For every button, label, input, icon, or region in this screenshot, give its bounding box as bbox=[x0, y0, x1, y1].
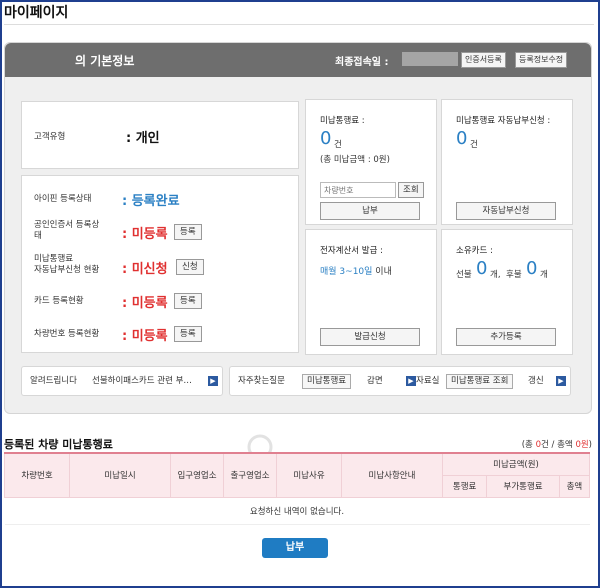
library-label: 자료실 bbox=[416, 376, 440, 386]
notice-strip: 알려드립니다 선불하이패스카드 관련 부… ▶ bbox=[21, 366, 223, 396]
einvoice-date-suffix: 이내 bbox=[372, 267, 392, 277]
auto-pay-count: 0 bbox=[456, 128, 468, 149]
library-tag-unpaid-search[interactable]: 미납통행료 조회 bbox=[446, 374, 514, 389]
basic-info-panel: 의 기본정보 최종접속일 : 인증서등록 등록정보수정 고객유형 : 개인 아이… bbox=[4, 42, 592, 484]
customer-type-label: 고객유형 bbox=[34, 132, 66, 142]
postpaid-label: 후불 bbox=[506, 270, 522, 280]
col-toll: 통행료 bbox=[441, 474, 488, 498]
col-total: 총액 bbox=[558, 474, 591, 498]
card-status-label: 카드 등록현황 bbox=[34, 296, 84, 306]
auto-pay-status-label-line1: 미납통행료 bbox=[34, 254, 74, 264]
last-login-label: 최종접속일 : bbox=[335, 57, 389, 68]
last-login-value-masked bbox=[402, 52, 458, 66]
car-number-input[interactable] bbox=[320, 182, 396, 198]
einvoice-title: 전자계산서 발급 : bbox=[320, 246, 384, 256]
summary-mid: 건 / 총액 bbox=[541, 440, 576, 450]
col-amount-group: 미납금액(원) bbox=[442, 452, 590, 476]
unpaid-summary: (총 0건 / 총액 0원) bbox=[522, 438, 592, 450]
panel-title: 의 기본정보 bbox=[75, 54, 135, 68]
einvoice-period: 매월 3~10일 이내 bbox=[320, 264, 392, 277]
card-add-button[interactable]: 추가등록 bbox=[456, 328, 556, 346]
unpaid-toll-title: 미납통행료 : bbox=[320, 116, 365, 126]
owned-cards-card: 소유카드 : 선불 0 개, 후불 0 개 추가등록 bbox=[441, 229, 573, 355]
faq-tag-discount[interactable]: 감면 bbox=[362, 374, 388, 389]
faq-tag-unpaid[interactable]: 미납통행료 bbox=[302, 374, 352, 389]
library-tag-renew[interactable]: 갱신 bbox=[526, 374, 546, 389]
title-divider bbox=[4, 24, 594, 25]
faq-label: 자주찾는질문 bbox=[238, 376, 285, 386]
postpaid-unit: 개 bbox=[540, 270, 548, 280]
ipin-status-label: 아이핀 등록상태 bbox=[34, 194, 92, 204]
notice-next-arrow-icon[interactable]: ▶ bbox=[208, 376, 218, 386]
auto-pay-status-value: : 미신청 bbox=[122, 262, 168, 277]
library-next-arrow-icon[interactable]: ▶ bbox=[556, 376, 566, 386]
prepaid-unit: 개, bbox=[490, 270, 501, 280]
col-unpaid-datetime: 미납일시 bbox=[69, 452, 171, 498]
panel-header: 의 기본정보 최종접속일 : 인증서등록 등록정보수정 bbox=[5, 43, 591, 77]
auto-pay-apply-button[interactable]: 신청 bbox=[176, 259, 204, 275]
col-unpaid-reason: 미납사유 bbox=[276, 452, 342, 498]
car-register-button[interactable]: 등록 bbox=[174, 326, 202, 342]
customer-type-box: 고객유형 : 개인 bbox=[21, 101, 299, 169]
edit-info-button[interactable]: 등록정보수정 bbox=[515, 52, 568, 68]
auto-pay-apply-big-button[interactable]: 자동납부신청 bbox=[456, 202, 556, 220]
cert-status-label-line2: 태 bbox=[34, 231, 42, 241]
unpaid-toll-unit: 건 bbox=[334, 140, 342, 150]
postpaid-count: 0 bbox=[526, 258, 538, 279]
owned-cards-title: 소유카드 : bbox=[456, 246, 493, 256]
unpaid-toll-card: 미납통행료 : 0 건 (총 미납금액 : 0원) 조회 납부 bbox=[305, 99, 437, 225]
unpaid-table: 차량번호 미납일시 입구영업소 출구영업소 미납사유 미납사항안내 미납금액(원… bbox=[4, 452, 591, 525]
car-status-label: 차량번호 등록현황 bbox=[34, 329, 100, 339]
prepaid-label: 선불 bbox=[456, 270, 472, 280]
einvoice-date: 매월 3~10일 bbox=[320, 267, 373, 277]
customer-type-value: : 개인 bbox=[126, 131, 160, 146]
notice-label: 알려드립니다 bbox=[30, 376, 77, 386]
prepaid-count: 0 bbox=[476, 258, 488, 279]
auto-pay-card: 미납통행료 자동납부신청 : 0 건 자동납부신청 bbox=[441, 99, 573, 225]
card-register-button[interactable]: 등록 bbox=[174, 293, 202, 309]
summary-suffix: ) bbox=[588, 440, 592, 450]
cert-register-small-button[interactable]: 등록 bbox=[174, 224, 202, 240]
ipin-status-value: : 등록완료 bbox=[122, 194, 180, 209]
car-search-button[interactable]: 조회 bbox=[398, 182, 424, 198]
summary-prefix: (총 bbox=[521, 440, 536, 450]
card-status-value: : 미등록 bbox=[122, 296, 168, 311]
unpaid-pay-button[interactable]: 납부 bbox=[320, 202, 420, 220]
einvoice-card: 전자계산서 발급 : 매월 3~10일 이내 발급신청 bbox=[305, 229, 437, 355]
faq-strip: 자주찾는질문 미납통행료 감면 ▶ 자료실 미납통행료 조회 갱신 ▶ bbox=[229, 366, 571, 396]
unpaid-toll-total: (총 미납금액 : 0원) bbox=[320, 155, 390, 165]
section-title: 등록된 차량 미납통행료 bbox=[4, 438, 113, 451]
col-unpaid-guide: 미납사항안내 bbox=[341, 452, 443, 498]
auto-pay-unit: 건 bbox=[470, 140, 478, 150]
page-title: 마이페이지 bbox=[4, 5, 69, 21]
bottom-pay-button[interactable]: 납부 bbox=[262, 538, 328, 558]
col-car-number: 차량번호 bbox=[4, 452, 70, 498]
col-entry-office: 입구영업소 bbox=[170, 452, 224, 498]
einvoice-apply-button[interactable]: 발급신청 bbox=[320, 328, 420, 346]
notice-link[interactable]: 선불하이패스카드 관련 부… bbox=[92, 376, 192, 387]
unpaid-toll-count: 0 bbox=[320, 128, 332, 149]
registration-status-box: 아이핀 등록상태 : 등록완료 공인인증서 등록상 태 : 미등록 등록 미납통… bbox=[21, 175, 299, 484]
car-status-value: : 미등록 bbox=[122, 329, 168, 344]
cert-register-button[interactable]: 인증서등록 bbox=[461, 52, 506, 68]
auto-pay-title: 미납통행료 자동납부신청 : bbox=[456, 116, 551, 126]
auto-pay-status-label-line2: 자동납부신청 현황 bbox=[34, 265, 100, 275]
col-extra-toll: 부가통행료 bbox=[486, 474, 560, 498]
faq-next-arrow-icon[interactable]: ▶ bbox=[406, 376, 416, 386]
cert-status-label-line1: 공인인증서 등록상 bbox=[34, 220, 100, 230]
col-exit-office: 출구영업소 bbox=[223, 452, 277, 498]
empty-message: 요청하신 내역이 없습니다. bbox=[4, 497, 590, 525]
summary-amount: 0원 bbox=[575, 440, 589, 450]
cert-status-value: : 미등록 bbox=[122, 227, 168, 242]
